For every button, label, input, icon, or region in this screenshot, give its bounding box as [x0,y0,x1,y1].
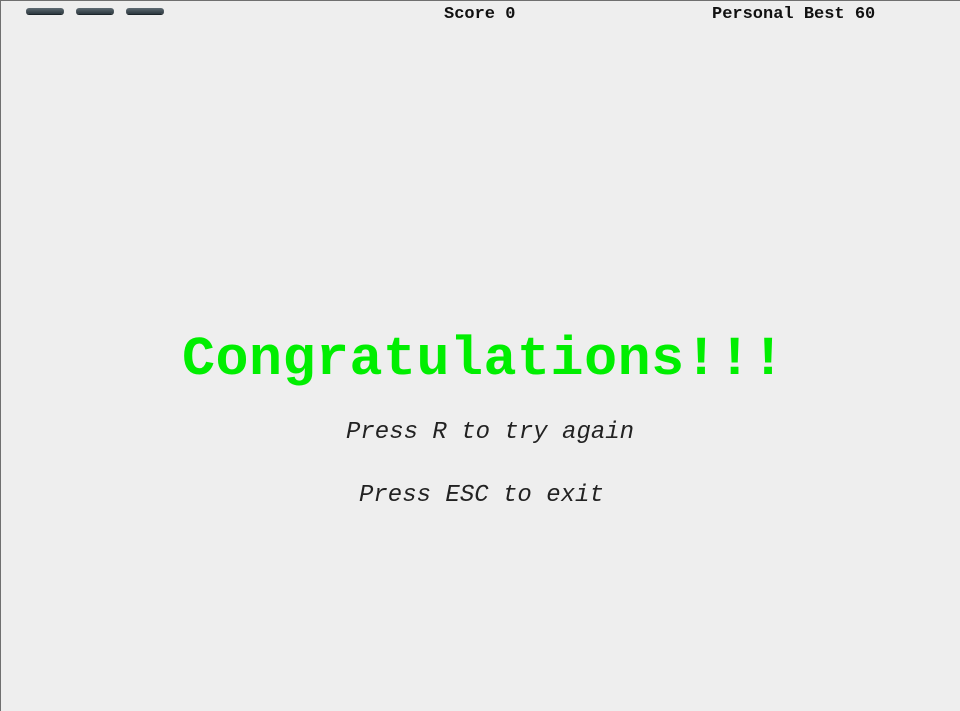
life-paddle-icon [26,8,64,14]
exit-hint: Press ESC to exit [359,482,604,509]
life-paddle-icon [126,8,164,14]
lives-indicator [26,8,164,14]
game-screen: Score 0 Personal Best 60 Congratulations… [0,0,960,711]
life-paddle-icon [76,8,114,14]
personal-best-value: 60 [854,5,876,24]
personal-best-label: Personal Best [712,5,845,24]
congratulations-title: Congratulations!!! [182,328,786,391]
score-label: Score [444,5,496,24]
score-display: Score 0 [444,5,515,25]
score-value: 0 [505,5,516,24]
retry-hint: Press R to try again [346,419,635,446]
personal-best-display: Personal Best 60 [712,5,875,25]
